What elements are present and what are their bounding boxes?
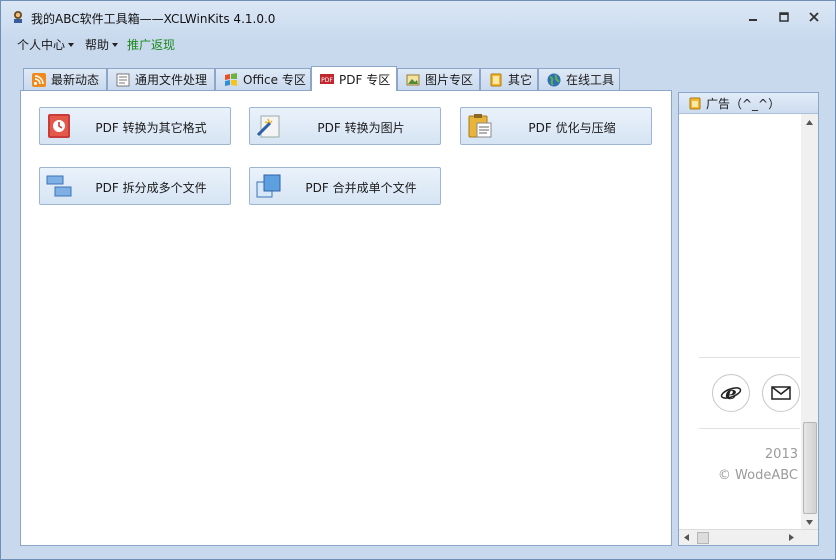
ie-browser-button[interactable]: e: [712, 374, 750, 412]
app-icon: [14, 11, 22, 23]
tab-label: 在线工具: [566, 73, 615, 87]
ad-panel: 广告（^_^） e 2013 © WodeABC: [678, 92, 819, 546]
windows-flag-icon: [225, 72, 237, 86]
tab-label: 最新动态: [51, 73, 100, 87]
picture-icon: [406, 74, 420, 85]
menu-label: 推广返现: [127, 38, 176, 52]
close-icon: [809, 12, 819, 22]
svg-text:PDF: PDF: [321, 77, 333, 84]
close-button[interactable]: [806, 10, 822, 24]
tool-label: PDF 优化与压缩: [528, 121, 616, 135]
ad-copyright: © WodeABC: [717, 468, 798, 483]
tab-online-tools[interactable]: 在线工具: [538, 68, 620, 90]
ad-panel-header: 广告（^_^）: [679, 93, 818, 114]
pdf-icon: PDF: [320, 74, 334, 84]
pdf-convert-to-image-button[interactable]: PDF 转换为图片: [249, 107, 441, 145]
minimize-icon: [749, 19, 757, 21]
rss-icon: [32, 72, 46, 87]
menu-promotion-cashback[interactable]: 推广返现: [127, 36, 175, 53]
maximize-button[interactable]: [776, 10, 792, 24]
title-bar: 我的ABC软件工具箱——XCLWinKits 4.1.0.0: [1, 1, 835, 33]
tab-general-files[interactable]: 通用文件处理: [107, 68, 215, 90]
convert-book-icon: [48, 114, 70, 138]
pdf-merge-button[interactable]: PDF 合并成单个文件: [249, 167, 441, 205]
divider: [699, 428, 800, 429]
horizontal-scrollbar[interactable]: [679, 529, 818, 545]
globe-icon: [547, 73, 561, 86]
clipboard-icon: [468, 114, 492, 138]
tab-latest-news[interactable]: 最新动态: [23, 68, 107, 90]
pdf-convert-other-formats-button[interactable]: PDF 转换为其它格式: [39, 107, 231, 145]
tab-label: 图片专区: [425, 73, 474, 87]
ad-year: 2013: [764, 447, 798, 462]
chevron-down-icon: [68, 43, 75, 47]
mail-icon: [771, 386, 791, 400]
tab-office[interactable]: Office 专区: [215, 68, 311, 90]
document-icon: [116, 73, 130, 86]
ie-browser-icon: e: [720, 383, 742, 404]
merge-icon: [256, 174, 281, 198]
window-title: 我的ABC软件工具箱——XCLWinKits 4.1.0.0: [31, 12, 276, 26]
minimize-button[interactable]: [745, 10, 761, 24]
pdf-split-button[interactable]: PDF 拆分成多个文件: [39, 167, 231, 205]
pdf-optimize-compress-button[interactable]: PDF 优化与压缩: [460, 107, 652, 145]
menu-help[interactable]: 帮助: [85, 36, 119, 53]
svg-text:e: e: [725, 383, 736, 404]
main-window: 我的ABC软件工具箱——XCLWinKits 4.1.0.0 个人中心 帮助 推…: [0, 0, 836, 560]
horizontal-scroll-thumb[interactable]: [697, 532, 709, 544]
menu-personal-center[interactable]: 个人中心: [17, 36, 75, 53]
tool-label: PDF 合并成单个文件: [305, 181, 417, 195]
maximize-icon: [779, 12, 789, 22]
scroll-down-arrow-icon: [806, 520, 813, 525]
tab-label: PDF 专区: [339, 72, 391, 87]
chevron-down-icon: [112, 43, 119, 47]
tool-label: PDF 转换为图片: [317, 121, 405, 135]
divider: [699, 357, 800, 358]
scroll-up-arrow-icon: [806, 120, 813, 125]
ad-panel-title: 广告（^_^）: [706, 96, 781, 111]
menu-label: 帮助: [85, 38, 110, 52]
tab-images[interactable]: 图片专区: [397, 68, 480, 90]
scroll-right-arrow-icon: [789, 534, 794, 541]
tool-label: PDF 转换为其它格式: [95, 121, 207, 135]
tool-label: PDF 拆分成多个文件: [95, 181, 207, 195]
pdf-tools-panel: PDF 转换为其它格式 PDF 转换为图片 PDF 优化与压缩 PDF 拆分成多…: [20, 90, 672, 546]
tab-others[interactable]: 其它: [480, 68, 538, 90]
tab-pdf[interactable]: PDF PDF 专区: [311, 66, 397, 91]
folder-icon: [490, 73, 502, 86]
menu-label: 个人中心: [17, 38, 66, 52]
scroll-left-arrow-icon: [684, 534, 689, 541]
vertical-scroll-thumb[interactable]: [803, 422, 817, 514]
split-icon: [46, 175, 72, 197]
tab-label: 其它: [508, 73, 533, 87]
image-wand-icon: [256, 115, 280, 138]
vertical-scrollbar[interactable]: [801, 114, 818, 532]
tab-label: Office 专区: [243, 73, 306, 87]
note-icon: [689, 97, 701, 109]
mail-button[interactable]: [762, 374, 800, 412]
tab-label: 通用文件处理: [135, 73, 208, 87]
